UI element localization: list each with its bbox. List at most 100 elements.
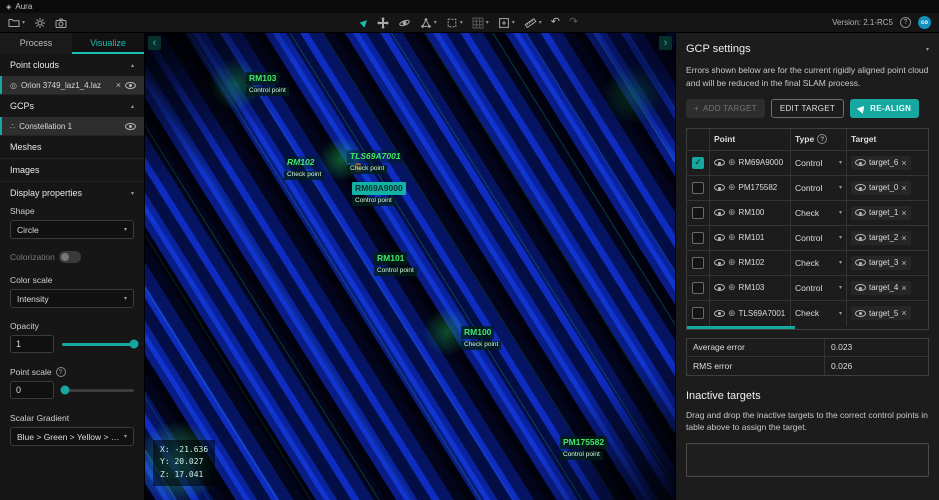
locate-icon[interactable]: ⊕ [728,157,736,168]
redo-button[interactable]: ↷ [569,17,578,28]
remove-target-icon[interactable]: × [901,283,906,293]
gcp-marker-rm102[interactable]: RM102 Check point [284,151,324,180]
type-dropdown[interactable]: Control▾ [790,151,846,175]
eye-icon[interactable] [714,159,725,166]
display-properties-header[interactable]: Display properties ▾ [0,182,144,204]
settings-button[interactable] [34,17,46,29]
gcp-marker-rm100[interactable]: RM100 Check point [461,321,501,350]
chevron-down-icon[interactable]: ▾ [926,46,929,53]
point-scale-input[interactable] [10,381,54,399]
point-scale-slider[interactable] [62,389,134,392]
crop-tool-button[interactable]: ▾ [446,17,463,29]
locate-icon[interactable]: ⊕ [728,308,736,319]
eye-icon[interactable] [855,209,866,216]
remove-target-icon[interactable]: × [901,158,906,168]
point-scale-help-icon[interactable]: ? [56,367,66,377]
row-checkbox[interactable] [692,232,704,244]
row-checkbox[interactable] [692,257,704,269]
row-checkbox[interactable] [692,282,704,294]
eye-icon[interactable] [855,234,866,241]
capture-button[interactable] [55,17,67,29]
eye-icon[interactable] [714,284,725,291]
locate-icon[interactable]: ⊕ [728,257,736,268]
eye-icon[interactable] [714,209,725,216]
colorization-toggle[interactable] [59,251,81,263]
remove-icon[interactable]: × [116,80,121,90]
node-tool-button[interactable]: ▾ [420,17,437,29]
locate-icon[interactable]: ⊕ [728,207,736,218]
eye-icon[interactable] [855,284,866,291]
type-dropdown[interactable]: Check▾ [790,201,846,225]
pan-tool-button[interactable] [377,17,389,29]
type-dropdown[interactable]: Check▾ [790,251,846,275]
locate-icon[interactable]: ⊕ [728,232,736,243]
eye-icon[interactable] [714,234,725,241]
opacity-slider-knob[interactable] [130,340,139,349]
re-align-button[interactable]: RE-ALIGN [850,99,919,118]
gcp-marker-tls69a7001[interactable]: TLS69A7001 Check point [347,145,404,174]
locate-icon[interactable]: ⊕ [728,182,736,193]
tab-visualize[interactable]: Visualize [72,33,144,54]
eye-icon[interactable] [125,123,136,130]
measure-tool-button[interactable]: ▾ [524,17,542,29]
locate-icon[interactable]: ⊕ [728,282,736,293]
eye-icon[interactable] [855,159,866,166]
row-checkbox[interactable] [692,157,704,169]
color-scale-select[interactable]: Intensity ▾ [10,289,134,308]
help-button[interactable]: ? [900,17,911,28]
previous-view-button[interactable]: ‹ [148,36,161,50]
navigate-tool-button[interactable]: ▶ [361,18,368,27]
eye-icon[interactable] [855,259,866,266]
grid-tool-button[interactable]: ▾ [472,17,489,29]
undo-button[interactable]: ↶ [551,17,560,28]
box-select-tool-button[interactable]: ▾ [498,17,515,29]
gcp-marker-rm101[interactable]: RM101 Control point [374,247,417,276]
eye-icon[interactable] [714,184,725,191]
row-checkbox[interactable] [692,207,704,219]
type-dropdown[interactable]: Control▾ [790,276,846,300]
point-scale-slider-knob[interactable] [60,386,69,395]
next-view-button[interactable]: › [659,36,672,50]
target-name: target_2 [869,233,898,242]
gcps-header[interactable]: GCPs ▴ [0,95,144,117]
remove-target-icon[interactable]: × [901,233,906,243]
account-badge[interactable]: co [918,16,931,29]
add-target-button[interactable]: + ADD TARGET [686,99,765,118]
remove-target-icon[interactable]: × [901,258,906,268]
edit-target-button[interactable]: EDIT TARGET [771,99,844,118]
row-checkbox[interactable] [692,307,704,319]
tab-process[interactable]: Process [0,33,72,54]
type-dropdown[interactable]: Check▾ [790,301,846,326]
eye-icon[interactable] [714,310,725,317]
constellation-item[interactable]: ∴ Constellation 1 [0,117,144,135]
shape-select[interactable]: Circle ▾ [10,220,134,239]
gcp-marker-rm103[interactable]: RM103 Control point [246,67,289,96]
remove-target-icon[interactable]: × [901,208,906,218]
type-dropdown[interactable]: Control▾ [790,226,846,250]
point-clouds-header[interactable]: Point clouds ▴ [0,54,144,76]
opacity-slider[interactable] [62,343,134,346]
table-scrollbar[interactable] [687,326,795,329]
type-dropdown[interactable]: Control▾ [790,176,846,200]
eye-icon[interactable] [855,184,866,191]
new-project-button[interactable]: ▾ [8,17,25,29]
remove-target-icon[interactable]: × [901,183,906,193]
remove-target-icon[interactable]: × [901,308,906,318]
point-cloud-item[interactable]: ◎ Orion 3749_laz1_4.laz × [0,76,144,94]
images-header[interactable]: Images [0,159,144,181]
meshes-header[interactable]: Meshes [0,136,144,158]
gcp-marker-rm69a9000[interactable]: RM69A9000 Control point [352,177,406,206]
eye-icon[interactable] [714,259,725,266]
scalar-gradient-select[interactable]: Blue > Green > Yellow > Red ▾ [10,427,134,446]
gcp-marker-pm175582[interactable]: PM175582 Control point [560,431,607,460]
chevron-down-icon: ▾ [839,209,842,216]
orbit-tool-button[interactable] [398,17,411,29]
app-title: Aura [15,2,32,11]
opacity-input[interactable] [10,335,54,353]
row-checkbox[interactable] [692,182,704,194]
type-help-icon[interactable]: ? [817,134,827,144]
eye-icon[interactable] [125,82,136,89]
gcp-table-header: Point Type ? Target [687,129,928,151]
eye-icon[interactable] [855,310,866,317]
inactive-targets-dropzone[interactable] [686,443,929,477]
